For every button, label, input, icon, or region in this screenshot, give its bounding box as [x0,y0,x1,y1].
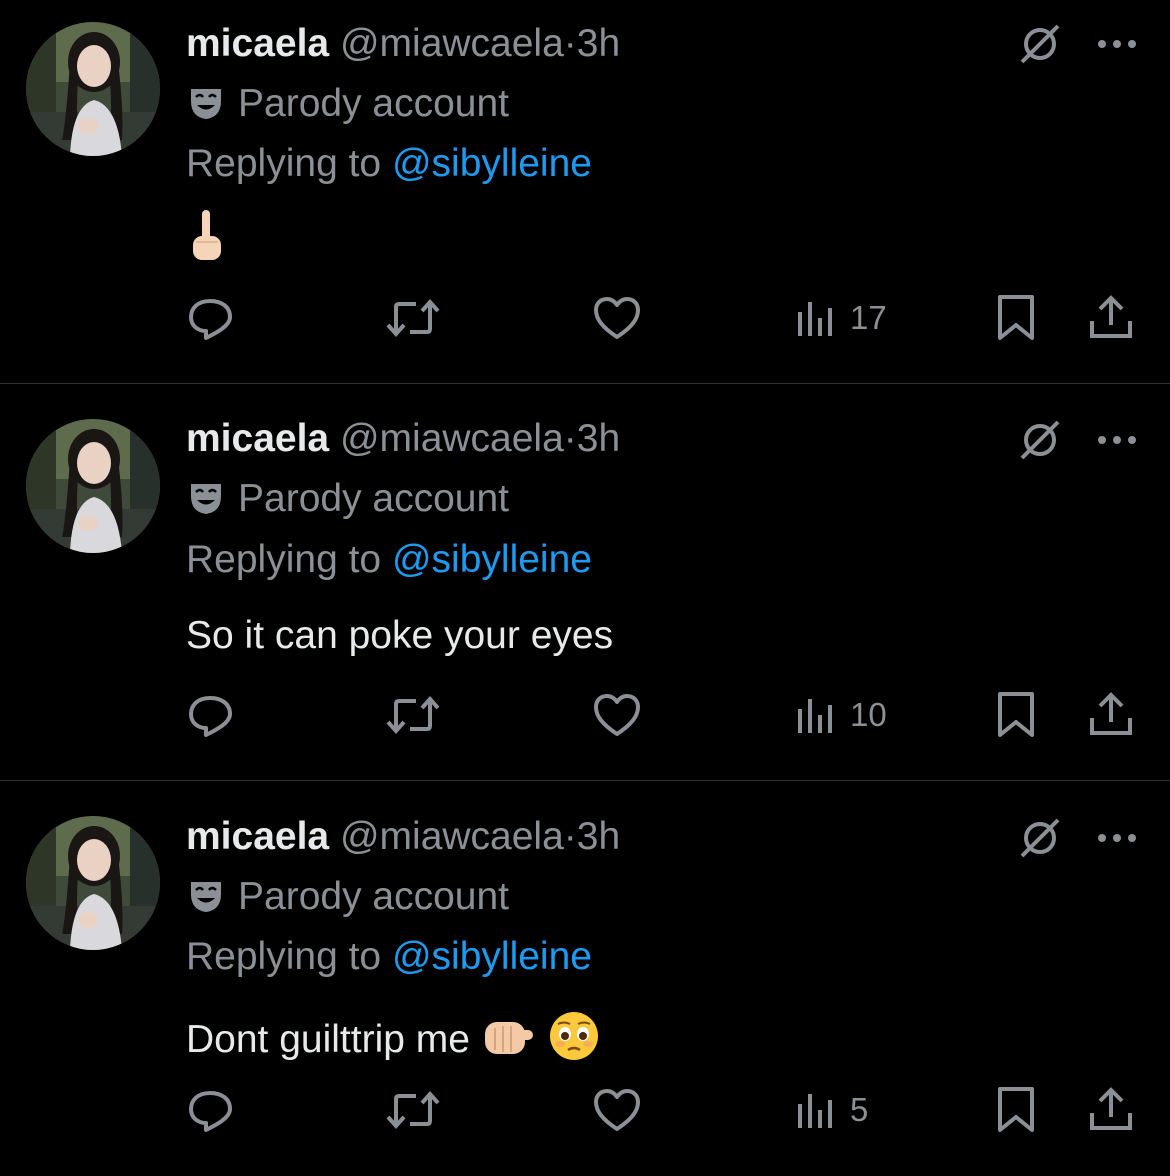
views-count: 10 [850,696,887,733]
reply-icon [189,696,232,737]
share-icon [1090,692,1132,735]
author-name[interactable]: micaela [186,417,329,460]
reply-mention-link[interactable]: @sibylleine [392,142,592,185]
views-button[interactable]: 17 [796,292,887,344]
reply-mention-link[interactable]: @sibylleine [392,538,592,581]
separator-dot: · [563,417,577,460]
like-icon [594,694,640,736]
views-icon [798,1094,832,1128]
views-button[interactable]: 10 [796,689,887,741]
author-name[interactable]: micaela [186,815,329,858]
views-count: 17 [850,299,887,336]
pleading-face-emoji-icon [548,1010,600,1074]
timestamp[interactable]: 3h [577,417,620,460]
parody-label: Parody account [188,873,509,921]
retweet-button[interactable] [384,292,442,344]
tweet-header: micaela @miawcaela·3h [186,415,620,463]
tweet-text-content: Dont guilttrip me [186,1018,470,1061]
reply-button[interactable] [186,292,236,344]
retweet-icon [386,1090,440,1130]
tweet-text: So it can poke your eyes [186,612,613,660]
reply-context: Replying to @sibylleine [186,933,592,981]
author-name[interactable]: micaela [186,22,329,65]
avatar[interactable] [26,22,160,156]
views-button[interactable]: 5 [796,1084,868,1136]
bookmark-icon [998,1087,1034,1132]
share-icon [1090,295,1132,338]
separator-dot: · [563,815,577,858]
like-icon [594,1089,640,1131]
middle-finger-emoji-icon [186,208,226,276]
share-button[interactable] [1086,689,1136,741]
timestamp[interactable]: 3h [577,22,620,65]
share-button[interactable] [1086,1084,1136,1136]
tweet[interactable]: micaela @miawcaela·3h Parody account Rep… [0,384,1170,781]
bookmark-icon [998,295,1034,340]
author-handle[interactable]: @miawcaela [340,417,564,460]
share-icon [1090,1087,1132,1130]
more-icon[interactable] [1094,816,1140,860]
reply-prefix: Replying to [186,538,382,581]
author-handle[interactable]: @miawcaela [340,815,564,858]
parody-mask-icon [188,85,224,121]
tweet[interactable]: micaela @miawcaela·3h Parody account Rep… [0,0,1170,384]
parody-mask-icon [188,878,224,914]
like-button[interactable] [592,1084,642,1136]
parody-label-text: Parody account [238,477,510,520]
parody-mask-icon [188,480,224,516]
grok-icon[interactable] [1018,816,1062,860]
reply-mention-link[interactable]: @sibylleine [392,935,592,978]
like-button[interactable] [592,689,642,741]
reply-button[interactable] [186,689,236,741]
fist-pointing-emoji-icon [481,1014,537,1074]
tweet-text [186,208,226,276]
avatar[interactable] [26,816,160,950]
author-handle[interactable]: @miawcaela [340,22,564,65]
grok-icon[interactable] [1018,22,1062,66]
tweet[interactable]: micaela @miawcaela·3h Parody account Rep… [0,781,1170,1176]
avatar[interactable] [26,419,160,553]
tweet-actions: 17 [186,292,1146,344]
views-icon [798,302,832,336]
retweet-icon [386,298,440,338]
reply-context: Replying to @sibylleine [186,140,592,188]
more-icon[interactable] [1094,22,1140,66]
retweet-icon [386,695,440,735]
parody-label: Parody account [188,80,509,128]
parody-label: Parody account [188,475,509,523]
tweet-actions: 5 [186,1084,1146,1136]
separator-dot: · [563,22,577,65]
retweet-button[interactable] [384,689,442,741]
grok-icon[interactable] [1018,418,1062,462]
like-icon [594,297,640,339]
tweet-header: micaela @miawcaela·3h [186,20,620,68]
reply-context: Replying to @sibylleine [186,536,592,584]
bookmark-button[interactable] [996,689,1036,741]
views-icon [798,699,832,733]
like-button[interactable] [592,292,642,344]
reply-icon [189,299,232,340]
tweet-header: micaela @miawcaela·3h [186,813,620,861]
share-button[interactable] [1086,292,1136,344]
reply-prefix: Replying to [186,142,382,185]
bookmark-icon [998,692,1034,737]
retweet-button[interactable] [384,1084,442,1136]
bookmark-button[interactable] [996,292,1036,344]
timestamp[interactable]: 3h [577,815,620,858]
reply-icon [189,1091,232,1132]
views-count: 5 [850,1091,869,1128]
tweet-text: Dont guilttrip me [186,1010,600,1074]
parody-label-text: Parody account [238,875,510,918]
tweet-actions: 10 [186,689,1146,741]
reply-button[interactable] [186,1084,236,1136]
tweet-text-content: So it can poke your eyes [186,614,614,657]
parody-label-text: Parody account [238,82,510,125]
more-icon[interactable] [1094,418,1140,462]
bookmark-button[interactable] [996,1084,1036,1136]
reply-prefix: Replying to [186,935,382,978]
